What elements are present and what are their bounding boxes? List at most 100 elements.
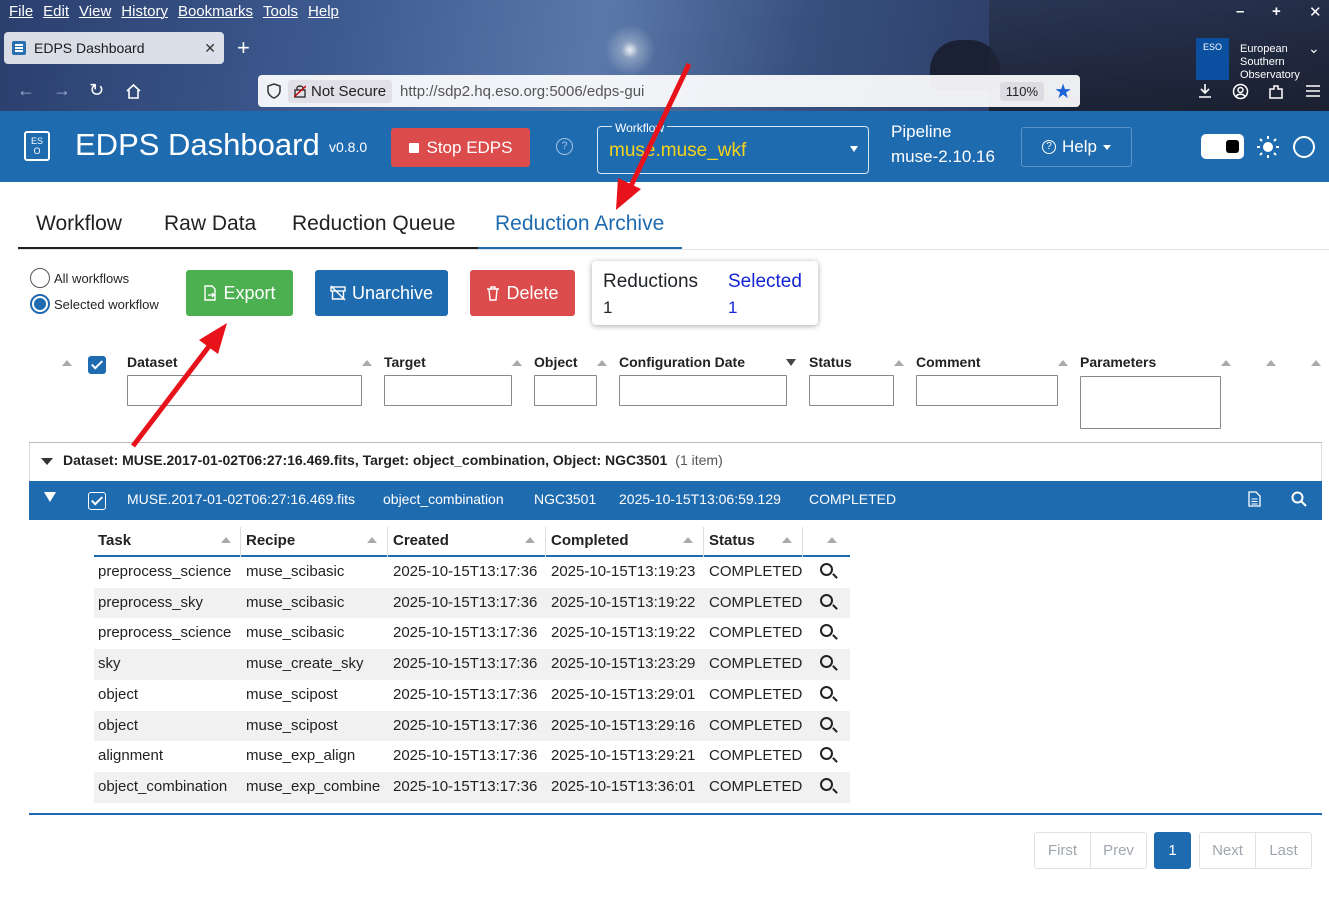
pagination-first[interactable]: First (1034, 832, 1091, 869)
table-row-selected[interactable]: MUSE.2017-01-02T06:27:16.469.fits object… (29, 481, 1322, 520)
tab-list-chevron-icon[interactable]: ⌄ (1308, 40, 1320, 57)
search-icon[interactable] (820, 563, 833, 576)
export-button[interactable]: Export (186, 270, 293, 316)
question-circle-icon[interactable]: ? (556, 138, 573, 155)
column-header-configuration-date[interactable]: Configuration Date (619, 354, 745, 370)
sort-icon[interactable] (894, 360, 904, 366)
sort-icon[interactable] (221, 537, 231, 543)
menu-file[interactable]: File (4, 0, 38, 24)
minimize-icon[interactable]: – (1236, 3, 1244, 20)
pagination-next[interactable]: Next (1199, 832, 1256, 869)
security-indicator[interactable]: Not Secure (288, 79, 393, 103)
delete-button[interactable]: Delete (470, 270, 575, 316)
tab-raw-data[interactable]: Raw Data (164, 200, 256, 249)
search-icon[interactable] (1291, 491, 1307, 507)
menu-history[interactable]: History (116, 0, 173, 24)
menu-edit[interactable]: Edit (38, 0, 74, 24)
radio-button[interactable] (30, 268, 50, 288)
menu-help[interactable]: Help (303, 0, 344, 24)
sort-icon[interactable] (1266, 360, 1276, 366)
column-header-object[interactable]: Object (534, 354, 578, 370)
browser-tab[interactable]: EDPS Dashboard ✕ (4, 32, 224, 64)
extensions-icon[interactable] (1268, 83, 1285, 100)
column-header-comment[interactable]: Comment (916, 354, 981, 370)
download-icon[interactable] (1197, 83, 1213, 99)
configuration-date-filter-input[interactable] (619, 375, 787, 406)
collapse-caret-icon[interactable] (41, 458, 53, 465)
back-icon[interactable]: ← (17, 80, 35, 101)
subtable-header-recipe[interactable]: Recipe (246, 532, 295, 549)
tab-workflow[interactable]: Workflow (36, 200, 122, 249)
sort-icon[interactable] (1058, 360, 1068, 366)
row-checkbox[interactable] (88, 492, 106, 510)
pagination-last[interactable]: Last (1255, 832, 1312, 869)
menu-view[interactable]: View (74, 0, 116, 24)
search-icon[interactable] (820, 716, 833, 730)
group-row[interactable]: Dataset: MUSE.2017-01-02T06:27:16.469.fi… (29, 443, 1322, 481)
zoom-indicator[interactable]: 110% (999, 81, 1045, 101)
pagination-page-current[interactable]: 1 (1154, 832, 1191, 869)
circle-icon[interactable] (1293, 136, 1315, 158)
tab-reduction-archive[interactable]: Reduction Archive (477, 200, 683, 249)
sort-icon[interactable] (62, 360, 72, 366)
target-filter-input[interactable] (384, 375, 512, 406)
sort-icon[interactable] (1221, 360, 1231, 366)
sort-icon[interactable] (782, 537, 792, 543)
subtable-header-task[interactable]: Task (98, 532, 131, 549)
url-text[interactable]: http://sdp2.hq.eso.org:5006/edps-gui (400, 83, 644, 100)
sort-icon[interactable] (683, 537, 693, 543)
sun-icon[interactable] (1257, 136, 1279, 158)
column-header-dataset[interactable]: Dataset (127, 354, 178, 370)
forward-icon[interactable]: → (53, 80, 71, 101)
pagination-prev[interactable]: Prev (1090, 832, 1147, 869)
radio-button-checked[interactable] (30, 294, 50, 314)
parameters-filter-input[interactable] (1080, 376, 1221, 429)
subtable-header-status[interactable]: Status (709, 532, 755, 549)
radio-all-workflows[interactable]: All workflows (30, 268, 129, 288)
column-header-status[interactable]: Status (809, 354, 852, 370)
maximize-icon[interactable]: + (1272, 3, 1281, 20)
star-icon[interactable]: ★ (1054, 79, 1072, 104)
workflow-select[interactable]: Workflow muse.muse_wkf (597, 121, 869, 174)
stop-edps-button[interactable]: Stop EDPS (391, 128, 530, 167)
account-icon[interactable] (1232, 83, 1249, 100)
dataset-filter-input[interactable] (127, 375, 362, 406)
sort-icon[interactable] (512, 360, 522, 366)
shield-icon[interactable] (266, 83, 282, 99)
sort-icon[interactable] (525, 537, 535, 543)
home-icon[interactable] (125, 83, 142, 100)
tab-close-icon[interactable]: ✕ (204, 40, 216, 57)
search-icon[interactable] (820, 593, 833, 607)
object-filter-input[interactable] (534, 375, 597, 406)
select-all-checkbox[interactable] (88, 356, 106, 374)
expand-caret-icon[interactable] (44, 492, 56, 502)
column-header-parameters[interactable]: Parameters (1080, 354, 1156, 370)
sort-icon[interactable] (362, 360, 372, 366)
status-filter-input[interactable] (809, 375, 894, 406)
sort-icon[interactable] (827, 537, 837, 543)
search-icon[interactable] (820, 747, 833, 761)
subtable-header-created[interactable]: Created (393, 532, 449, 549)
search-icon[interactable] (820, 655, 833, 669)
menu-bookmarks[interactable]: Bookmarks (173, 0, 258, 24)
new-tab-icon[interactable]: + (237, 35, 250, 61)
menu-icon[interactable] (1305, 84, 1321, 98)
column-header-target[interactable]: Target (384, 354, 426, 370)
search-icon[interactable] (820, 685, 833, 699)
search-icon[interactable] (820, 777, 833, 791)
close-window-icon[interactable]: ✕ (1309, 3, 1322, 21)
help-dropdown-button[interactable]: ? Help (1021, 127, 1132, 167)
sort-icon[interactable] (597, 360, 607, 366)
file-text-icon[interactable] (1248, 491, 1261, 507)
sort-icon[interactable] (367, 537, 377, 543)
theme-toggle-switch[interactable] (1201, 134, 1244, 159)
radio-selected-workflow[interactable]: Selected workflow (30, 294, 159, 314)
unarchive-button[interactable]: Unarchive (315, 270, 448, 316)
reload-icon[interactable]: ↻ (89, 80, 104, 101)
url-bar[interactable]: Not Secure http://sdp2.hq.eso.org:5006/e… (258, 75, 1080, 107)
tab-reduction-queue[interactable]: Reduction Queue (292, 200, 455, 249)
menu-tools[interactable]: Tools (258, 0, 303, 24)
comment-filter-input[interactable] (916, 375, 1058, 406)
sort-desc-icon[interactable] (786, 359, 796, 366)
search-icon[interactable] (820, 624, 833, 638)
